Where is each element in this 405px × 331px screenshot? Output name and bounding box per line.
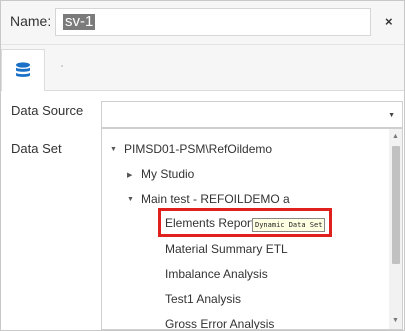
tree-item-test1-analysis[interactable]: Test1 Analysis xyxy=(165,292,241,306)
name-label: Name: xyxy=(10,13,52,29)
scrollbar[interactable]: ▲ ▼ xyxy=(389,129,402,329)
tree-item-material-summary[interactable]: Material Summary ETL xyxy=(165,242,288,256)
collapse-arrow-icon[interactable]: ▶ xyxy=(127,171,132,179)
database-icon xyxy=(16,62,30,77)
tab-separator xyxy=(61,65,63,67)
dialog-header: Name: sv-1 × xyxy=(1,1,404,45)
data-source-select[interactable]: ▼ xyxy=(101,101,403,128)
scroll-down-icon[interactable]: ▼ xyxy=(392,317,399,324)
expand-arrow-icon[interactable]: ▼ xyxy=(110,146,117,153)
tree-node-root[interactable]: PIMSD01-PSM\RefOildemo xyxy=(124,142,272,156)
tree-node-my-studio[interactable]: My Studio xyxy=(141,167,194,181)
data-set-tree-dropdown[interactable]: ▼ PIMSD01-PSM\RefOildemo ▶ My Studio ▼ M… xyxy=(101,128,403,330)
tab-database[interactable] xyxy=(1,49,45,91)
data-set-label: Data Set xyxy=(11,141,62,156)
tree-item-imbalance-analysis[interactable]: Imbalance Analysis xyxy=(165,267,268,281)
name-value[interactable]: sv-1 xyxy=(63,14,96,30)
scroll-up-icon[interactable]: ▲ xyxy=(392,133,399,140)
scrollbar-thumb[interactable] xyxy=(392,146,400,264)
data-source-label: Data Source xyxy=(11,103,84,118)
dynamic-data-set-tooltip: Dynamic Data Set xyxy=(252,218,326,232)
tree-node-main-test[interactable]: Main test - REFOILDEMO a xyxy=(141,192,290,206)
tree-item-elements-report[interactable]: Elements Report xyxy=(165,216,254,230)
name-input[interactable]: sv-1 xyxy=(55,8,371,36)
dialog-window: Name: sv-1 × Data Source ▼ Data Set ▼ PI… xyxy=(0,0,405,331)
chevron-down-icon[interactable]: ▼ xyxy=(388,112,395,119)
tree-item-gross-error-analysis[interactable]: Gross Error Analysis xyxy=(165,317,274,329)
close-icon[interactable]: × xyxy=(385,14,393,29)
expand-arrow-icon[interactable]: ▼ xyxy=(127,196,134,203)
tab-bar xyxy=(1,45,404,91)
